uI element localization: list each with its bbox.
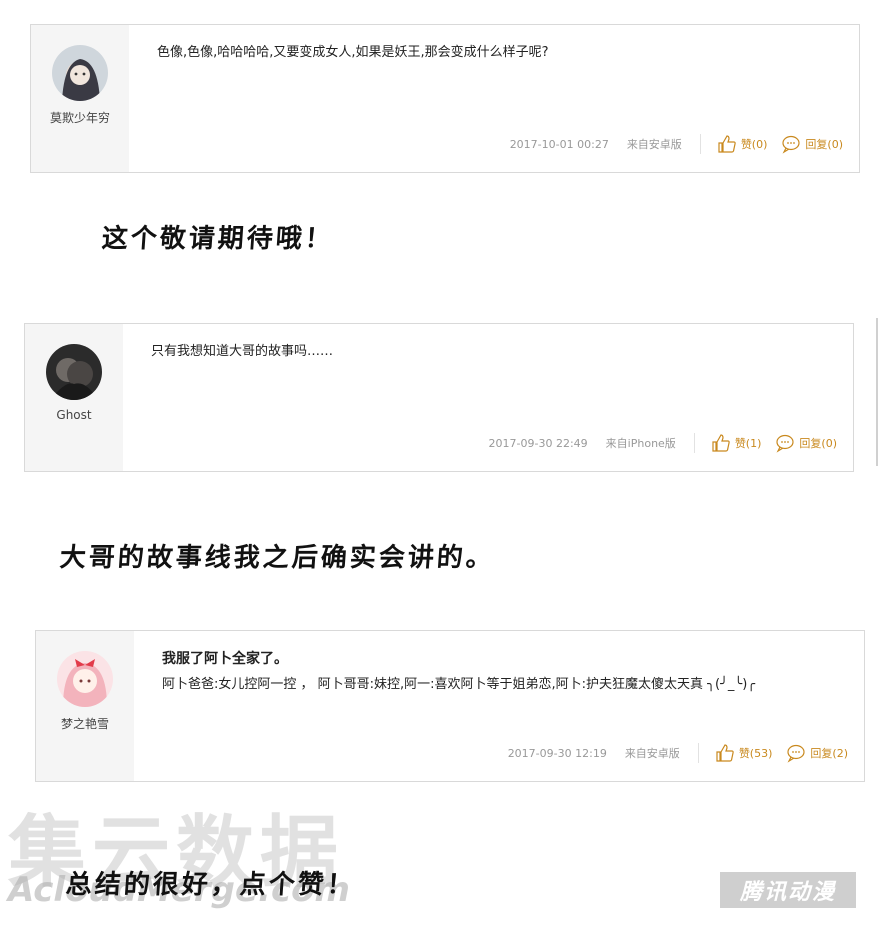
timestamp: 2017-09-30 22:49 xyxy=(488,436,588,450)
reply-button[interactable]: 回复(0) xyxy=(781,134,843,154)
comment-meta: 2017-09-30 22:49 来自iPhone版 赞(1) 回复(0) xyxy=(489,431,837,455)
comment-card: 梦之艳雪 我服了阿卜全家了。 阿卜爸爸:女儿控阿一控 ， 阿卜哥哥:妹控,阿一:… xyxy=(35,630,865,782)
comment-meta: 2017-09-30 12:19 来自安卓版 赞(53) 回复(2) xyxy=(508,741,848,765)
comment-card: 莫欺少年穷 色像,色像,哈哈哈哈,又要变成女人,如果是妖王,那会变成什么样子呢?… xyxy=(30,24,860,173)
divider xyxy=(697,743,699,763)
username[interactable]: 莫欺少年穷 xyxy=(31,109,129,126)
comment-text: 阿卜爸爸:女儿控阿一控 ， 阿卜哥哥:妹控,阿一:喜欢阿卜等于姐弟恋,阿卜:护夫… xyxy=(162,677,756,692)
source-label: 来自iPhone版 xyxy=(605,437,676,450)
username[interactable]: Ghost xyxy=(25,408,123,422)
comment-card: Ghost 只有我想知道大哥的故事吗…… 2017-09-30 22:49 来自… xyxy=(24,323,854,472)
avatar[interactable] xyxy=(46,344,102,400)
reply-button[interactable]: 回复(2) xyxy=(786,743,848,763)
source-label: 来自安卓版 xyxy=(626,138,682,151)
author-note: 大哥的故事线我之后确实会讲的。 xyxy=(58,543,496,573)
comment-text: 只有我想知道大哥的故事吗…… xyxy=(151,344,334,359)
user-panel: Ghost xyxy=(25,324,123,471)
reply-count: 回复(0) xyxy=(805,138,843,151)
comment-body: 只有我想知道大哥的故事吗…… xyxy=(151,342,837,362)
like-count: 赞(53) xyxy=(738,747,773,760)
timestamp: 2017-09-30 12:19 xyxy=(507,746,607,760)
scrollbar[interactable] xyxy=(876,318,878,466)
thumbs-up-icon xyxy=(712,434,730,452)
thumbs-up-icon xyxy=(718,135,736,153)
author-note: 总结的很好，点个赞！ xyxy=(64,870,357,900)
user-panel: 梦之艳雪 xyxy=(36,631,134,781)
timestamp: 2017-10-01 00:27 xyxy=(509,137,609,151)
comment-text: 色像,色像,哈哈哈哈,又要变成女人,如果是妖王,那会变成什么样子呢? xyxy=(157,45,549,60)
comment-meta: 2017-10-01 00:27 来自安卓版 赞(0) 回复(0) xyxy=(510,132,843,156)
reply-count: 回复(0) xyxy=(799,437,837,450)
author-note: 这个敬请期待哦！ xyxy=(100,224,335,254)
reply-bubble-icon xyxy=(787,744,806,763)
avatar[interactable] xyxy=(52,45,108,101)
user-panel: 莫欺少年穷 xyxy=(31,25,129,172)
reply-button[interactable]: 回复(0) xyxy=(775,433,837,453)
thumbs-up-icon xyxy=(716,744,734,762)
divider xyxy=(699,134,701,154)
comment-body: 我服了阿卜全家了。 阿卜爸爸:女儿控阿一控 ， 阿卜哥哥:妹控,阿一:喜欢阿卜等… xyxy=(162,649,848,695)
like-count: 赞(1) xyxy=(734,437,762,450)
watermark-logo: 腾讯动漫 xyxy=(720,872,856,908)
like-button[interactable]: 赞(1) xyxy=(711,433,762,453)
comment-body: 色像,色像,哈哈哈哈,又要变成女人,如果是妖王,那会变成什么样子呢? xyxy=(157,43,843,63)
like-button[interactable]: 赞(53) xyxy=(715,743,773,763)
reply-count: 回复(2) xyxy=(810,747,848,760)
like-button[interactable]: 赞(0) xyxy=(717,134,768,154)
divider xyxy=(693,433,695,453)
username[interactable]: 梦之艳雪 xyxy=(36,715,134,732)
source-label: 来自安卓版 xyxy=(624,747,680,760)
like-count: 赞(0) xyxy=(740,138,768,151)
avatar[interactable] xyxy=(57,651,113,707)
reply-bubble-icon xyxy=(782,135,801,154)
comment-title: 我服了阿卜全家了。 xyxy=(162,651,288,667)
reply-bubble-icon xyxy=(776,434,795,453)
